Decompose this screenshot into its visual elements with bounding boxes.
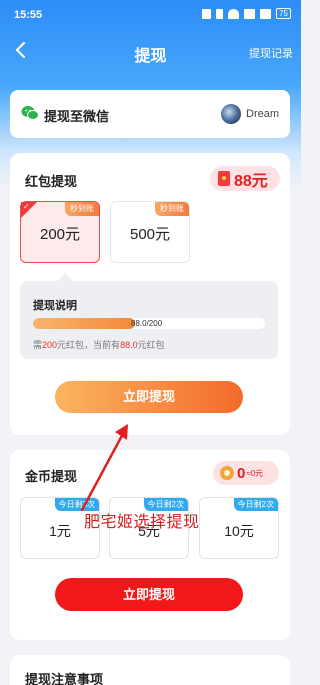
wechat-label: 提现至微信: [44, 109, 110, 124]
wechat-target-card[interactable]: 提现至微信 Dream: [10, 90, 290, 138]
avatar: [221, 104, 241, 124]
notes-title: 提现注意事项: [25, 672, 104, 685]
status-time: 15:55: [14, 9, 43, 21]
option-500[interactable]: 秒到账 500元: [110, 201, 190, 263]
option-value: 10元: [224, 523, 254, 539]
gold-title: 金币提现: [25, 469, 78, 484]
gold-balance-sub: ≈0元: [246, 468, 264, 478]
wifi-icon: [228, 8, 240, 19]
red-packet-balance-badge: 88元: [210, 166, 280, 191]
option-value: 200元: [39, 226, 81, 243]
note-prefix: 需: [33, 340, 43, 350]
option-tag: 秒到账: [65, 202, 99, 216]
nav-bar: 提现 提现记录: [0, 36, 301, 68]
option-tag: 今日剩2次: [233, 498, 278, 511]
signal-2-icon: [260, 8, 272, 19]
check-icon: ✓: [23, 202, 30, 211]
withdraw-explanation: 提现说明 88.0/200 需200元红包，当前有88.0元红包: [20, 273, 278, 359]
red-packet-icon: [218, 171, 230, 186]
gold-withdraw-button[interactable]: 立即提现: [55, 578, 243, 611]
wechat-icon: [21, 106, 39, 120]
nfc-icon: [202, 8, 212, 19]
option-tag: 秒到账: [155, 202, 189, 216]
status-icons: 75: [202, 8, 291, 19]
status-bar: 15:55 75: [0, 0, 301, 32]
annotation-text: 肥宅姬选择提现: [84, 514, 200, 531]
explain-note: 需200元红包，当前有88.0元红包: [33, 338, 165, 351]
progress-fill: [33, 318, 136, 329]
withdraw-history-link[interactable]: 提现记录: [249, 45, 293, 61]
gold-balance-badge: 0 ≈0元: [213, 461, 279, 485]
gold-balance: 0: [237, 464, 246, 482]
gold-card: 金币提现 0 ≈0元 今日剩3次 1元 今日剩2次 5元 今日剩2次 10元 立…: [10, 450, 290, 640]
red-packet-withdraw-button[interactable]: 立即提现: [55, 381, 243, 413]
mute-icon: [216, 8, 224, 19]
note-need: 200: [42, 340, 58, 350]
note-have: 88.0: [120, 340, 138, 350]
red-packet-title: 红包提现: [25, 174, 78, 189]
gold-option-10[interactable]: 今日剩2次 10元: [199, 497, 279, 559]
progress-bar: 88.0/200: [33, 318, 265, 329]
wechat-user-name: Dream: [246, 108, 280, 120]
notes-card: 提现注意事项: [10, 655, 290, 685]
explain-pointer: [57, 273, 73, 281]
note-suffix: 元红包: [137, 340, 165, 350]
progress-text: 88.0/200: [131, 319, 163, 328]
signal-icon: [244, 8, 256, 19]
red-packet-balance: 88元: [234, 172, 268, 190]
note-mid: 元红包，当前有: [57, 340, 121, 350]
coin-icon: [220, 466, 234, 480]
option-value: 500元: [129, 226, 171, 243]
option-200[interactable]: ✓ 秒到账 200元: [20, 201, 100, 263]
red-packet-card: 红包提现 88元 ✓ 秒到账 200元 秒到账 500元 提现说明 88.0/2…: [10, 153, 290, 435]
battery-icon: 75: [276, 8, 291, 19]
explain-title: 提现说明: [33, 300, 77, 312]
